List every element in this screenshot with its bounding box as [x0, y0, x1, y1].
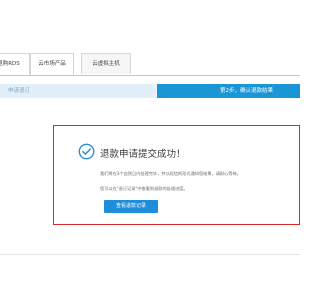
divider: [0, 254, 300, 255]
success-title: 退款申请提交成功！: [100, 149, 186, 160]
success-description: 我们将在3个自然日内处理完毕，并以短信的形式通知您结果，请耐心等待。: [100, 171, 241, 176]
view-refund-records-button[interactable]: 查看退款记录: [104, 200, 158, 213]
step-progress: 申请退订 第2步，确认退款结果: [0, 84, 300, 98]
tab-cloud-market[interactable]: 云市场产品: [30, 53, 74, 75]
step-1-label: 申请退订: [8, 88, 31, 94]
step-2-active: 第2步，确认退款结果: [157, 84, 300, 98]
step-1: 申请退订: [0, 84, 152, 98]
step-2-label: 第2步，确认退款结果: [220, 88, 273, 94]
tab-rds[interactable]: 退购RDS: [0, 53, 30, 74]
product-tabs: 退购RDS 云市场产品 云虚拟主机: [0, 53, 300, 76]
top-bar: [0, 0, 300, 44]
step-arrow-icon: [150, 84, 157, 98]
check-circle-icon: [78, 143, 95, 160]
success-description-secondary: 您可以在"退订记录"中查看到退款的处理进度。: [100, 186, 188, 191]
tab-virtual-host[interactable]: 云虚拟主机: [81, 53, 131, 74]
